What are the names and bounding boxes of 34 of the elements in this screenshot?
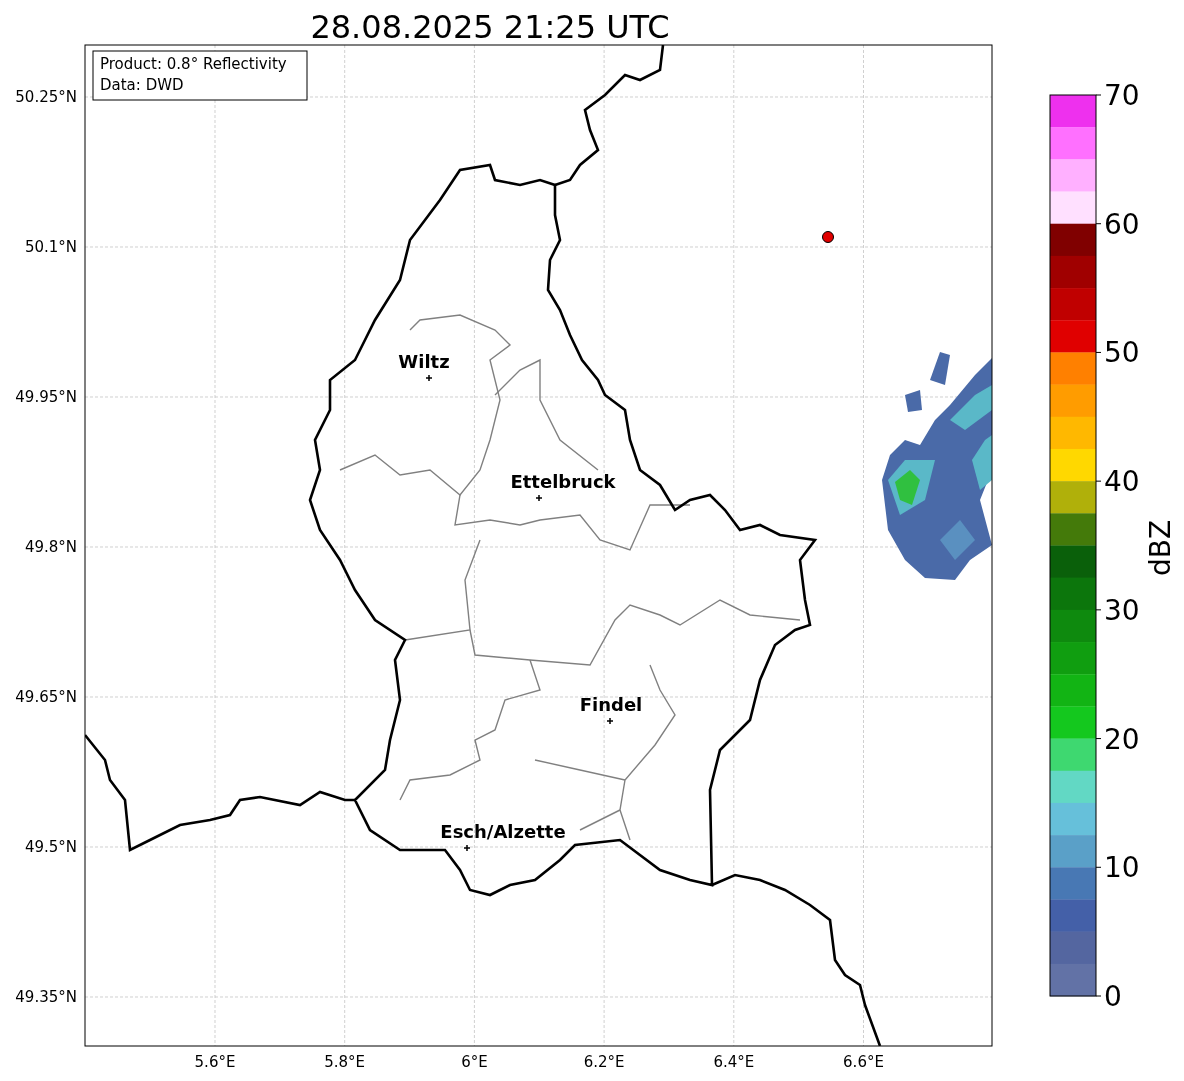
latitude-label: 50.25°N bbox=[15, 88, 77, 106]
info-text: Product: 0.8° Reflectivity bbox=[100, 55, 287, 73]
city-marker-icon bbox=[606, 717, 614, 725]
colorbar-tick-label: 20 bbox=[1104, 722, 1140, 756]
longitude-label: 5.8°E bbox=[324, 1053, 366, 1071]
city-label: Ettelbruck bbox=[510, 471, 616, 492]
latitude-label: 50.1°N bbox=[24, 238, 77, 256]
city-label: Findel bbox=[579, 694, 643, 715]
location-dot bbox=[822, 231, 834, 243]
plot-title: 28.08.2025 21:25 UTC bbox=[310, 8, 670, 46]
info-text: Data: DWD bbox=[100, 76, 184, 94]
colorbar-tick-label: 10 bbox=[1104, 851, 1140, 885]
longitude-label: 6°E bbox=[461, 1053, 488, 1071]
city-label: Esch/Alzette bbox=[440, 821, 566, 842]
longitude-label: 6.4°E bbox=[713, 1053, 755, 1071]
longitude-label: 6.6°E bbox=[843, 1053, 884, 1071]
city-marker-icon bbox=[535, 494, 543, 502]
city-label: Wiltz bbox=[398, 351, 450, 372]
latitude-label: 49.35°N bbox=[15, 988, 77, 1006]
city-marker-icon bbox=[463, 844, 471, 852]
colorbar-tick-label: 50 bbox=[1104, 336, 1140, 370]
latitude-label: 49.65°N bbox=[15, 688, 77, 706]
colorbar-tick-label: 40 bbox=[1104, 465, 1140, 499]
colorbar-tick-label: 60 bbox=[1104, 207, 1140, 241]
city-marker-icon bbox=[425, 374, 433, 382]
latitude-label: 49.8°N bbox=[24, 538, 77, 556]
colorbar-label: dBZ bbox=[1144, 519, 1177, 577]
longitude-label: 6.2°E bbox=[583, 1053, 625, 1071]
latitude-label: 49.95°N bbox=[15, 388, 77, 406]
colorbar-tick-label: 0 bbox=[1104, 980, 1122, 1013]
colorbar-tick-label: 70 bbox=[1104, 79, 1140, 112]
longitude-label: 5.6°E bbox=[194, 1053, 236, 1071]
colorbar-tick-label: 30 bbox=[1104, 593, 1140, 627]
latitude-label: 49.5°N bbox=[24, 838, 77, 856]
